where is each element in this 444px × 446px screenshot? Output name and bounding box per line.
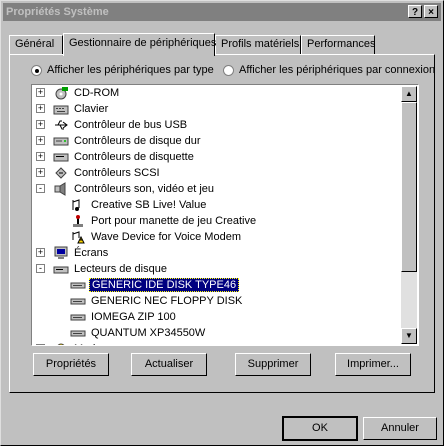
tree-item-label: Modem bbox=[72, 343, 113, 345]
tree-item[interactable]: QUANTUM XP34550W bbox=[70, 325, 207, 341]
window-title: Propriétés Système bbox=[6, 6, 109, 18]
expand-icon[interactable]: + bbox=[36, 344, 45, 345]
tree-item[interactable]: + Clavier bbox=[36, 101, 110, 117]
view-by-connection-radio[interactable]: Afficher les périphériques par connexion bbox=[223, 64, 435, 76]
tree-item-label: Wave Device for Voice Modem bbox=[91, 231, 241, 243]
keyboard-icon bbox=[53, 102, 69, 116]
scsi-icon bbox=[53, 166, 69, 180]
tab-label: Général bbox=[15, 38, 55, 50]
button-label: Propriétés bbox=[45, 358, 97, 370]
radio-dot bbox=[223, 64, 234, 76]
sound-device-icon bbox=[70, 198, 86, 212]
tree-item[interactable]: Wave Device for Voice Modem bbox=[70, 229, 243, 245]
cancel-button[interactable]: Annuler bbox=[363, 417, 437, 440]
expand-icon[interactable]: + bbox=[36, 248, 45, 257]
tree-item-label: QUANTUM XP34550W bbox=[91, 327, 206, 339]
tree-item-label: Creative SB Live! Value bbox=[91, 199, 207, 211]
button-label: Supprimer bbox=[247, 358, 299, 370]
tree-item[interactable]: + Modem bbox=[36, 341, 113, 345]
tree-item[interactable]: GENERIC NEC FLOPPY DISK bbox=[70, 293, 244, 309]
title-bar[interactable]: Propriétés Système ? × bbox=[3, 3, 441, 21]
tab-general[interactable]: Général bbox=[9, 35, 63, 54]
disk-icon bbox=[70, 310, 86, 324]
tree-item[interactable]: + CD-ROM bbox=[36, 85, 121, 101]
tab-hardware-profiles[interactable]: Profils matériels bbox=[215, 35, 301, 54]
tab-device-manager[interactable]: Gestionnaire de périphériques bbox=[63, 33, 217, 56]
button-label: OK bbox=[312, 422, 328, 434]
button-label: Annuler bbox=[381, 422, 419, 434]
disk-icon bbox=[70, 278, 86, 292]
disk-icon bbox=[70, 326, 86, 340]
tree-item-label: Lecteurs de disque bbox=[74, 263, 167, 275]
view-by-connection-label: Afficher les périphériques par connexion bbox=[239, 64, 436, 76]
tree-item-label: Contrôleurs SCSI bbox=[74, 167, 160, 179]
properties-button[interactable]: Propriétés bbox=[33, 353, 109, 376]
monitor-icon bbox=[53, 246, 69, 260]
collapse-icon[interactable]: - bbox=[36, 184, 45, 193]
scroll-up-button[interactable]: ▲ bbox=[401, 86, 417, 102]
button-label: Actualiser bbox=[144, 358, 194, 370]
collapse-icon[interactable]: - bbox=[36, 264, 45, 273]
tree-item[interactable]: + Écrans bbox=[36, 245, 110, 261]
tree-item[interactable]: GENERIC IDE DISK TYPE46 bbox=[70, 277, 240, 293]
tree-item-label: IOMEGA ZIP 100 bbox=[91, 311, 176, 323]
joystick-icon bbox=[70, 214, 86, 228]
usb-icon bbox=[53, 118, 69, 132]
expand-icon[interactable]: + bbox=[36, 152, 45, 161]
tree-item-label: Port pour manette de jeu Creative bbox=[91, 215, 257, 227]
ok-button[interactable]: OK bbox=[282, 416, 358, 441]
vertical-scrollbar[interactable]: ▲ ▼ bbox=[401, 86, 417, 344]
tree-item[interactable]: + Contrôleurs SCSI bbox=[36, 165, 162, 181]
modem-icon bbox=[53, 342, 69, 345]
tab-label: Performances bbox=[307, 38, 376, 50]
tree-item-label: GENERIC NEC FLOPPY DISK bbox=[91, 295, 243, 307]
tree-item-label: CD-ROM bbox=[74, 87, 120, 99]
view-by-type-label: Afficher les périphériques par type bbox=[47, 64, 214, 76]
hdd-controller-icon bbox=[53, 134, 69, 148]
expand-icon[interactable]: + bbox=[36, 136, 45, 145]
refresh-button[interactable]: Actualiser bbox=[131, 353, 207, 376]
tree-item[interactable]: + Contrôleur de bus USB bbox=[36, 117, 189, 133]
tree-item-label: Écrans bbox=[74, 247, 109, 259]
expand-icon[interactable]: + bbox=[36, 168, 45, 177]
disk-drive-icon bbox=[53, 262, 69, 276]
expand-icon[interactable]: + bbox=[36, 88, 45, 97]
view-by-type-radio[interactable]: Afficher les périphériques par type bbox=[31, 64, 214, 76]
scroll-thumb[interactable] bbox=[401, 102, 417, 272]
tree-item-label: Clavier bbox=[74, 103, 109, 115]
tree-item[interactable]: - Contrôleurs son, vidéo et jeu bbox=[36, 181, 216, 197]
device-tree[interactable]: ▲ ▼ + CD-ROM + Clavier + Contrôleur de bus US… bbox=[31, 84, 419, 346]
disk-icon bbox=[70, 294, 86, 308]
tree-item-label: Contrôleurs de disque dur bbox=[74, 135, 201, 147]
tree-item-label: Contrôleur de bus USB bbox=[74, 119, 188, 131]
tree-item-label: Contrôleurs de disquette bbox=[74, 151, 194, 163]
tab-performance[interactable]: Performances bbox=[301, 35, 375, 54]
tree-item-label: Contrôleurs son, vidéo et jeu bbox=[74, 183, 215, 195]
tree-item[interactable]: Creative SB Live! Value bbox=[70, 197, 208, 213]
tree-item[interactable]: + Contrôleurs de disquette bbox=[36, 149, 196, 165]
scroll-down-button[interactable]: ▼ bbox=[401, 328, 417, 344]
remove-button[interactable]: Supprimer bbox=[235, 353, 311, 376]
tab-label: Profils matériels bbox=[221, 38, 300, 50]
tree-item[interactable]: - Lecteurs de disque bbox=[36, 261, 169, 277]
tree-item-label: GENERIC IDE DISK TYPE46 bbox=[89, 278, 240, 292]
tree-item[interactable]: IOMEGA ZIP 100 bbox=[70, 309, 178, 325]
sound-icon bbox=[53, 182, 69, 196]
floppy-controller-icon bbox=[53, 150, 69, 164]
radio-dot bbox=[31, 64, 42, 76]
system-properties-window: Propriétés Système ? × Général Gestionna… bbox=[0, 0, 444, 446]
print-button[interactable]: Imprimer... bbox=[335, 353, 411, 376]
close-button[interactable]: × bbox=[424, 5, 438, 18]
warning-device-icon bbox=[70, 230, 86, 244]
tree-item[interactable]: Port pour manette de jeu Creative bbox=[70, 213, 258, 229]
tree-item[interactable]: + Contrôleurs de disque dur bbox=[36, 133, 203, 149]
expand-icon[interactable]: + bbox=[36, 104, 45, 113]
help-button[interactable]: ? bbox=[408, 5, 422, 18]
cdrom-icon bbox=[53, 86, 69, 100]
tab-label: Gestionnaire de périphériques bbox=[69, 37, 217, 49]
expand-icon[interactable]: + bbox=[36, 120, 45, 129]
button-label: Imprimer... bbox=[347, 358, 399, 370]
